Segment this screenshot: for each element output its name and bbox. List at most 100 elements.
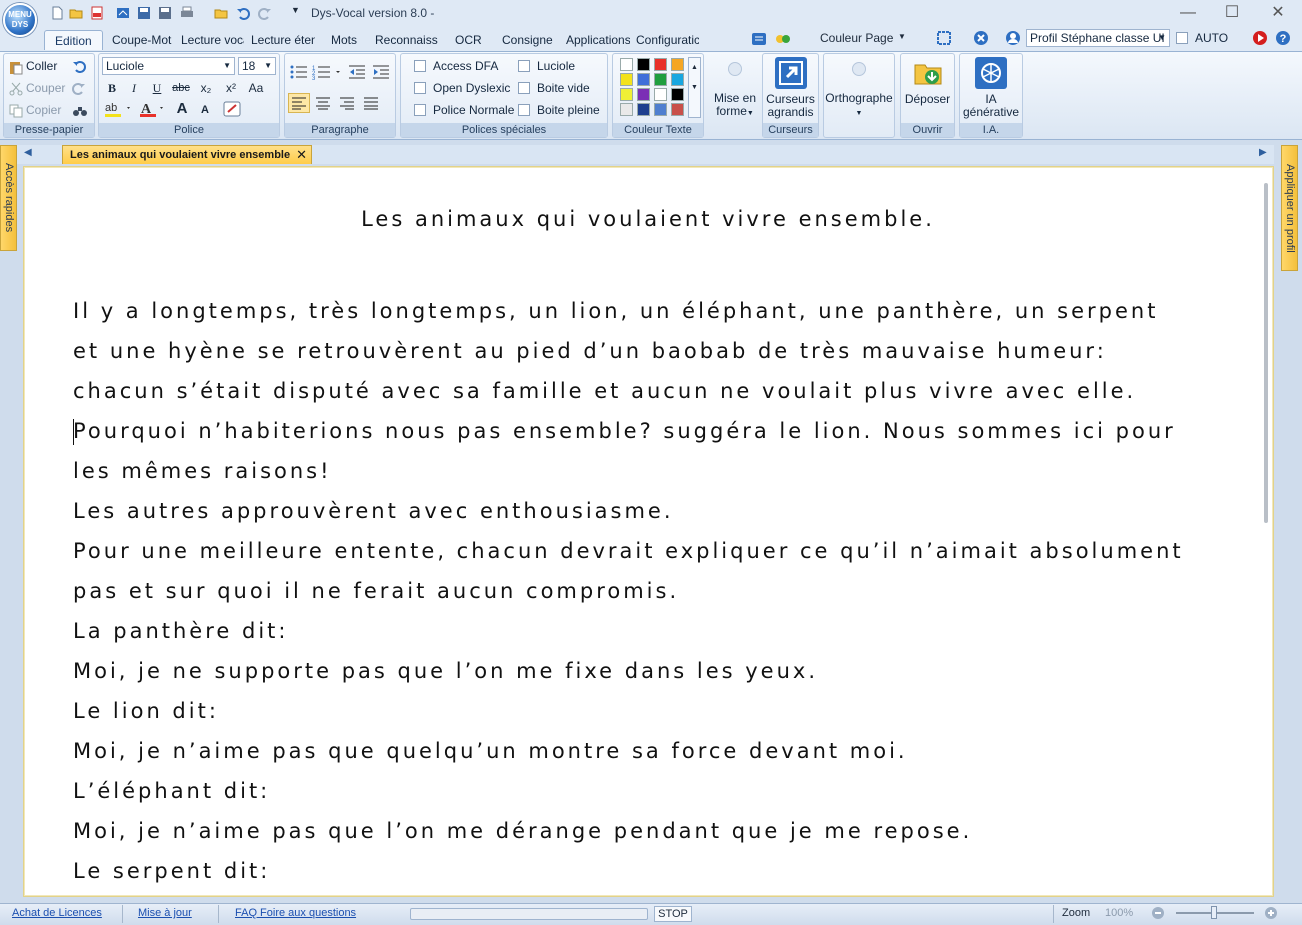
boite-vide-check[interactable] bbox=[518, 82, 530, 94]
print-icon[interactable] bbox=[180, 6, 194, 20]
access-dfa-checkbox[interactable]: Access DFA bbox=[414, 59, 498, 73]
tab-lecture-vocale[interactable]: Lecture voca bbox=[181, 30, 244, 50]
police-normale-check[interactable] bbox=[414, 104, 426, 116]
tab-consigne[interactable]: Consigne bbox=[502, 30, 557, 50]
couleur-page-dropdown-icon[interactable]: ▼ bbox=[898, 32, 906, 41]
deposer-button[interactable]: Déposer bbox=[900, 57, 955, 106]
access-dfa-check[interactable] bbox=[414, 60, 426, 72]
grow-font-button[interactable]: A bbox=[172, 99, 192, 119]
new-file-icon[interactable] bbox=[50, 6, 64, 20]
pdf-icon[interactable] bbox=[90, 6, 104, 20]
subscript-button[interactable]: x₂ bbox=[196, 78, 216, 98]
help-book-icon[interactable] bbox=[751, 31, 767, 47]
align-center-icon[interactable] bbox=[313, 94, 333, 112]
color-swatch[interactable] bbox=[620, 103, 633, 116]
zoom-in-icon[interactable] bbox=[1264, 906, 1278, 920]
highlight-color-icon[interactable]: ab bbox=[103, 100, 133, 118]
achat-licences-link[interactable]: Achat de Licences bbox=[12, 907, 102, 919]
auto-check-box[interactable] bbox=[1176, 32, 1188, 44]
color-swatch[interactable] bbox=[671, 58, 684, 71]
align-right-icon[interactable] bbox=[337, 94, 357, 112]
open-folder-icon[interactable] bbox=[69, 6, 83, 20]
document-text[interactable]: Les animaux qui voulaient vivre ensemble… bbox=[73, 199, 1223, 891]
bullet-list-icon[interactable] bbox=[289, 64, 309, 80]
tab-mots[interactable]: Mots bbox=[331, 30, 361, 50]
select-frame-icon[interactable] bbox=[936, 30, 952, 46]
tabs-scroll-left-icon[interactable]: ◀ bbox=[24, 147, 32, 158]
stop-button[interactable]: STOP bbox=[654, 906, 692, 922]
auto-checkbox[interactable]: AUTO bbox=[1176, 31, 1228, 45]
color-swatch[interactable] bbox=[671, 88, 684, 101]
strikethrough-button[interactable]: abc bbox=[171, 78, 191, 98]
orthographe-button[interactable]: Orthographe ▼ bbox=[823, 62, 895, 120]
color-swatch[interactable] bbox=[637, 73, 650, 86]
cut-button[interactable]: Couper bbox=[26, 81, 65, 95]
color-swatch[interactable] bbox=[671, 73, 684, 86]
clear-format-icon[interactable] bbox=[222, 100, 242, 118]
faq-link[interactable]: FAQ Foire aux questions bbox=[235, 907, 356, 919]
shrink-font-button[interactable]: A bbox=[195, 100, 215, 120]
mise-a-jour-link[interactable]: Mise à jour bbox=[138, 907, 192, 919]
luciole-check[interactable] bbox=[518, 60, 530, 72]
zoom-slider-thumb[interactable] bbox=[1211, 906, 1217, 919]
minimize-button[interactable]: — bbox=[1168, 3, 1208, 23]
tab-ocr[interactable]: OCR bbox=[455, 30, 485, 50]
color-swatch[interactable] bbox=[620, 58, 633, 71]
quick-access-dropdown-icon[interactable]: ▼ bbox=[291, 5, 300, 15]
find-binoculars-icon[interactable] bbox=[72, 102, 88, 118]
open-dyslexic-check[interactable] bbox=[414, 82, 426, 94]
open-dyslexic-checkbox[interactable]: Open Dyslexic bbox=[414, 81, 510, 95]
superscript-button[interactable]: x² bbox=[221, 78, 241, 98]
butterfly-icon[interactable] bbox=[775, 31, 791, 47]
boite-vide-checkbox[interactable]: Boite vide bbox=[518, 81, 590, 95]
close-tab-icon[interactable]: ✕ bbox=[296, 146, 307, 164]
save-all-icon[interactable] bbox=[158, 6, 172, 20]
color-swatch[interactable] bbox=[654, 73, 667, 86]
tab-edition[interactable]: Edition bbox=[44, 30, 103, 50]
numbered-list-icon[interactable]: 123 bbox=[312, 64, 344, 80]
redo-small-icon[interactable] bbox=[72, 81, 86, 95]
maximize-button[interactable]: ☐ bbox=[1212, 3, 1252, 23]
align-left-button[interactable] bbox=[288, 93, 310, 113]
color-swatch[interactable] bbox=[620, 73, 633, 86]
underline-button[interactable]: U bbox=[147, 78, 167, 98]
mise-en-forme-button[interactable]: Mise en forme▼ bbox=[712, 60, 758, 120]
italic-button[interactable]: I bbox=[124, 78, 144, 98]
scan-icon[interactable] bbox=[116, 6, 130, 20]
folder-icon[interactable] bbox=[214, 6, 228, 20]
increase-indent-icon[interactable] bbox=[372, 64, 390, 80]
copy-button[interactable]: Copier bbox=[26, 103, 61, 117]
acces-rapides-panel[interactable]: Accès rapides bbox=[0, 145, 17, 251]
color-swatch[interactable] bbox=[654, 58, 667, 71]
tab-applications[interactable]: Applications bbox=[566, 30, 630, 50]
font-color-icon[interactable]: A bbox=[138, 100, 168, 118]
color-swatch[interactable] bbox=[637, 58, 650, 71]
document-tab[interactable]: Les animaux qui voulaient vivre ensemble… bbox=[62, 145, 312, 165]
color-swatch[interactable] bbox=[654, 103, 667, 116]
save-icon[interactable] bbox=[137, 6, 151, 20]
police-normale-checkbox[interactable]: Police Normale bbox=[414, 103, 514, 117]
tab-lecture-etendue[interactable]: Lecture éten bbox=[251, 30, 315, 50]
vertical-scrollbar[interactable] bbox=[1264, 183, 1268, 523]
couleur-page-button[interactable]: Couleur Page bbox=[820, 31, 893, 45]
paste-button[interactable]: Coller bbox=[26, 59, 57, 73]
tabs-scroll-right-icon[interactable]: ▶ bbox=[1259, 147, 1267, 158]
color-swatch[interactable] bbox=[637, 103, 650, 116]
tab-reconnaissance[interactable]: Reconnaiss bbox=[375, 30, 438, 50]
change-case-button[interactable]: Aa bbox=[246, 78, 266, 98]
appliquer-profil-panel[interactable]: Appliquer un profil bbox=[1281, 145, 1298, 271]
color-swatch[interactable] bbox=[654, 88, 667, 101]
menu-logo-button[interactable]: MENU DYS bbox=[3, 3, 37, 37]
redo-icon[interactable] bbox=[258, 6, 272, 20]
tab-configuration[interactable]: Configuratic bbox=[636, 30, 699, 50]
palette-scroll[interactable]: ▲ ▼ bbox=[688, 57, 701, 118]
close-button[interactable]: ✕ bbox=[1258, 3, 1298, 23]
font-family-select[interactable]: Luciole ▼ bbox=[102, 57, 235, 75]
color-swatch[interactable] bbox=[671, 103, 684, 116]
ia-generative-button[interactable]: IA générative bbox=[959, 57, 1023, 119]
stop-record-icon[interactable] bbox=[1252, 30, 1268, 46]
boite-pleine-checkbox[interactable]: Boite pleine bbox=[518, 103, 600, 117]
color-swatch[interactable] bbox=[620, 88, 633, 101]
undo-icon[interactable] bbox=[236, 6, 250, 20]
decrease-indent-icon[interactable] bbox=[348, 64, 366, 80]
